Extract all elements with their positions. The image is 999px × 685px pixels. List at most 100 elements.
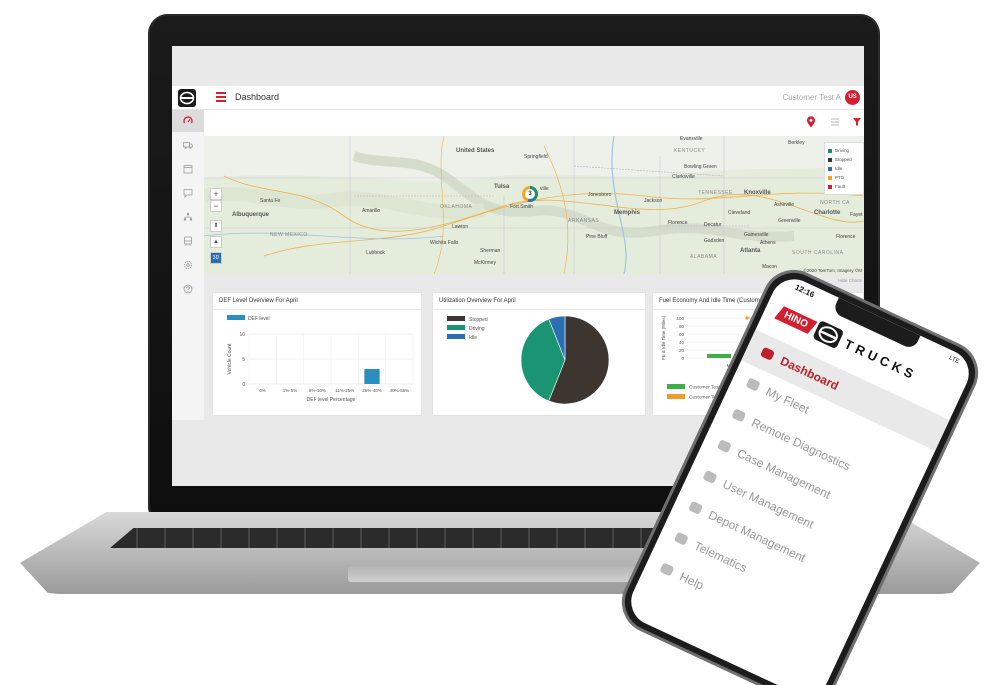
hino-text: HINO	[782, 309, 810, 330]
sidebar-item-messages[interactable]	[172, 182, 204, 204]
sidebar-item-fleet[interactable]	[172, 134, 204, 156]
gear-icon	[183, 260, 193, 270]
legend-label: DEF level	[248, 316, 270, 322]
map-label-city: Asheville	[774, 202, 795, 208]
y-tick-label: 100	[676, 316, 684, 321]
telematics-icon	[674, 532, 688, 545]
help-icon	[660, 563, 674, 576]
diagnostics-icon	[732, 409, 746, 422]
customer-name[interactable]: Customer Test A	[782, 93, 841, 102]
x-tick-label: 1%-5%	[283, 388, 298, 393]
app-header: Dashboard Customer Test A US	[172, 86, 864, 110]
legend-swatch	[667, 394, 685, 399]
map-label-city: Sherman	[480, 248, 501, 254]
cluster-count: 3	[525, 189, 535, 199]
map-label-state: SOUTH CAROLINA	[792, 250, 844, 256]
map-label-city: Berkley	[788, 140, 805, 146]
y-tick-label: 10	[239, 332, 245, 338]
map-label-city: Gainesville	[744, 232, 769, 238]
map-label-city: Florence	[668, 220, 688, 226]
map-label-state: OKLAHOMA	[440, 204, 473, 210]
compass-icon[interactable]: ⬍	[210, 220, 222, 232]
map-label-city: ville	[540, 186, 549, 192]
truck-icon	[183, 142, 193, 149]
y-tick-label: 60	[679, 332, 685, 337]
bar	[707, 354, 731, 358]
map-label-city: McKinney	[474, 260, 496, 266]
map-label-city: Greenville	[778, 218, 801, 224]
location-pin-icon[interactable]	[806, 116, 816, 128]
sidebar-item-depot[interactable]	[172, 230, 204, 252]
fleet-map[interactable]: United States Evansville KENTUCKY Berkle…	[204, 136, 864, 274]
sidebar-item-dashboard[interactable]	[172, 110, 204, 132]
map-layer-icon[interactable]: 3D	[210, 252, 222, 264]
map-label-state: KENTUCKY	[674, 148, 706, 154]
zoom-in-button[interactable]: +	[210, 188, 222, 200]
user-avatar[interactable]: US	[845, 90, 860, 105]
vehicle-cluster-marker[interactable]: 3	[522, 186, 538, 202]
widget-title: DEF Level Overview For April	[213, 293, 421, 310]
def-level-widget: DEF Level Overview For April DEF level 0 5…	[212, 292, 422, 416]
map-label-state: ARKANSAS	[568, 218, 600, 224]
legend-label: Idle	[469, 335, 477, 341]
utilization-chart: Stopped Driving Idle	[447, 315, 610, 405]
widget-title: Utilization Overview For April	[433, 293, 645, 310]
map-label-city: Memphis	[614, 210, 641, 216]
phone-clock: 12:16	[793, 282, 816, 300]
map-label-city: Springfield	[524, 154, 548, 160]
zoom-out-button[interactable]: −	[210, 200, 222, 212]
legend-label: Stopped	[469, 317, 488, 323]
legend-item: Stopped	[828, 155, 860, 164]
map-label-city: Lawton	[452, 224, 469, 230]
y-axis-label: Vehicle Count	[227, 343, 233, 374]
map-label-city: Charlotte	[814, 210, 841, 216]
calendar-icon	[183, 165, 193, 174]
y-tick-label: 20	[679, 348, 685, 353]
sidebar	[172, 110, 204, 420]
def-level-chart: DEF level 0 5 10 0% 1%-5% 6%-10% 11%-25% 26%-40%…	[227, 315, 414, 403]
speedometer-icon	[760, 347, 775, 360]
x-axis-label: DEF level Percentage	[307, 397, 356, 403]
filter-icon[interactable]	[852, 116, 862, 128]
map-label-city: Fayet	[850, 212, 863, 218]
hide-charts-link[interactable]: Hide Charts	[838, 278, 862, 283]
map-label-city: Amarillo	[362, 208, 381, 214]
legend-item: Fault	[828, 182, 860, 191]
map-label-state: NORTH CA	[820, 200, 851, 206]
sidebar-item-help[interactable]	[172, 278, 204, 300]
x-tick-label: 40%-55%	[390, 388, 410, 393]
sidebar-item-settings[interactable]	[172, 254, 204, 276]
bus-icon	[184, 236, 192, 246]
legend-item: Driving	[828, 146, 860, 155]
speedometer-icon	[183, 116, 193, 124]
map-label-city: Wichita Falls	[430, 240, 459, 246]
tilt-icon[interactable]: ▲	[210, 236, 222, 248]
gear-icon	[717, 440, 731, 453]
legend-swatch-stopped	[828, 157, 832, 162]
truck-icon	[746, 378, 760, 391]
sidebar-item-calendar[interactable]	[172, 158, 204, 180]
x-tick-label: 26%-40%	[362, 388, 382, 393]
hino-logo-icon[interactable]	[178, 89, 196, 107]
hino-logo-icon	[812, 320, 845, 350]
y-tick-label: 0	[242, 382, 245, 388]
map-label-city: Fort Smith	[510, 204, 534, 210]
map-label-city: Athens	[760, 240, 776, 246]
x-tick-label: 0%	[259, 388, 266, 393]
y-tick-label: 0	[681, 356, 684, 361]
map-legend: Driving Stopped Idle PTO Fault	[824, 142, 864, 195]
legend-swatch	[447, 325, 465, 330]
hino-badge: HINO	[774, 305, 818, 334]
map-label-city: Atlanta	[740, 248, 761, 254]
legend-label: Driving	[469, 326, 485, 332]
map-label-state: TENNESSEE	[698, 190, 733, 196]
map-label-city: Tulsa	[494, 184, 510, 190]
map-label-city: Lubbock	[366, 250, 385, 256]
hamburger-menu-icon[interactable]	[216, 92, 226, 102]
y-tick-label: 5	[242, 357, 245, 363]
map-label-state: ALABAMA	[690, 254, 718, 260]
list-icon[interactable]	[830, 116, 840, 128]
y-tick-label: 40	[679, 340, 685, 345]
map-label-city: Albuquerque	[232, 212, 269, 218]
sidebar-item-users[interactable]	[172, 206, 204, 228]
